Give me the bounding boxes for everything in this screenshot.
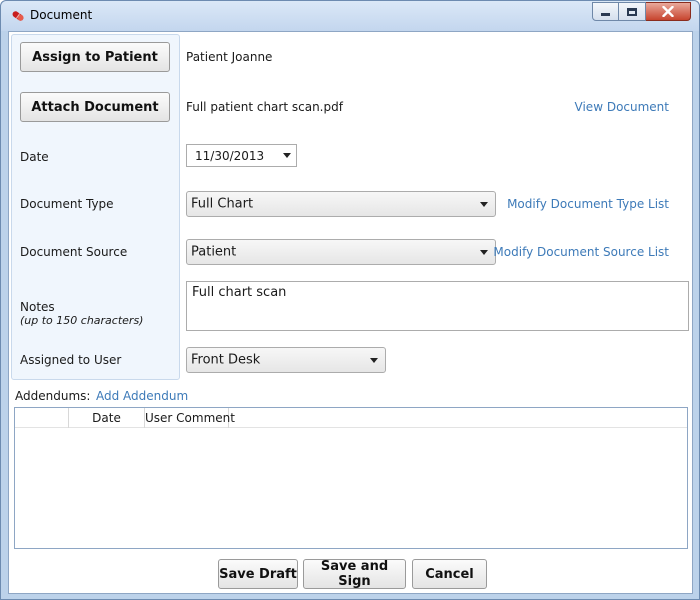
column-header-select[interactable] [15,408,69,428]
maximize-icon [627,7,637,16]
close-button[interactable] [646,2,691,21]
chevron-down-icon [283,153,291,158]
save-and-sign-button[interactable]: Save and Sign [303,559,406,589]
addendums-table-header: Date User Comment [15,408,687,428]
chevron-down-icon [480,202,488,207]
attached-file-name: Full patient chart scan.pdf [186,100,343,114]
notes-field[interactable]: Full chart scan [186,281,689,331]
date-value: 11/30/2013 [195,149,265,163]
document-source-label: Document Source [20,245,128,259]
notes-text: Full chart scan [192,285,287,300]
pill-icon [12,11,24,21]
addendums-table[interactable]: Date User Comment [14,407,688,549]
assigned-user-value: Front Desk [191,352,261,368]
modify-document-source-link[interactable]: Modify Document Source List [493,245,669,259]
maximize-button[interactable] [619,2,646,21]
minimize-button[interactable] [592,2,619,21]
document-source-value: Patient [191,244,237,260]
document-type-value: Full Chart [191,196,254,212]
column-header-user-comment[interactable]: User Comment [145,408,235,428]
close-icon [662,6,674,17]
document-type-select[interactable]: Full Chart [186,191,496,217]
date-picker[interactable]: 11/30/2013 [186,144,297,167]
date-label: Date [20,150,49,164]
chevron-down-icon [370,358,378,363]
cancel-button[interactable]: Cancel [412,559,487,589]
notes-label: Notes [20,300,55,314]
modify-document-type-link[interactable]: Modify Document Type List [507,197,669,211]
patient-name: Patient Joanne [186,50,273,64]
dialog-content: Assign to Patient Patient Joanne Attach … [8,31,693,594]
attach-document-button[interactable]: Attach Document [20,92,170,122]
assigned-user-select[interactable]: Front Desk [186,347,386,373]
view-document-link[interactable]: View Document [575,100,669,114]
title-bar[interactable]: Document [1,1,699,31]
column-header-date[interactable]: Date [69,408,145,428]
document-source-select[interactable]: Patient [186,239,496,265]
notes-hint: (up to 150 characters) [20,314,144,327]
save-draft-button[interactable]: Save Draft [218,559,298,589]
add-addendum-link[interactable]: Add Addendum [96,389,188,403]
chevron-down-icon [480,250,488,255]
minimize-icon [601,13,610,16]
assign-to-patient-button[interactable]: Assign to Patient [20,42,170,72]
assigned-user-label: Assigned to User [20,353,122,367]
document-window: Document Assign to Patient Patient Joann… [0,0,700,600]
document-type-label: Document Type [20,197,114,211]
window-title: Document [30,8,93,22]
addendums-label: Addendums: [15,389,91,403]
